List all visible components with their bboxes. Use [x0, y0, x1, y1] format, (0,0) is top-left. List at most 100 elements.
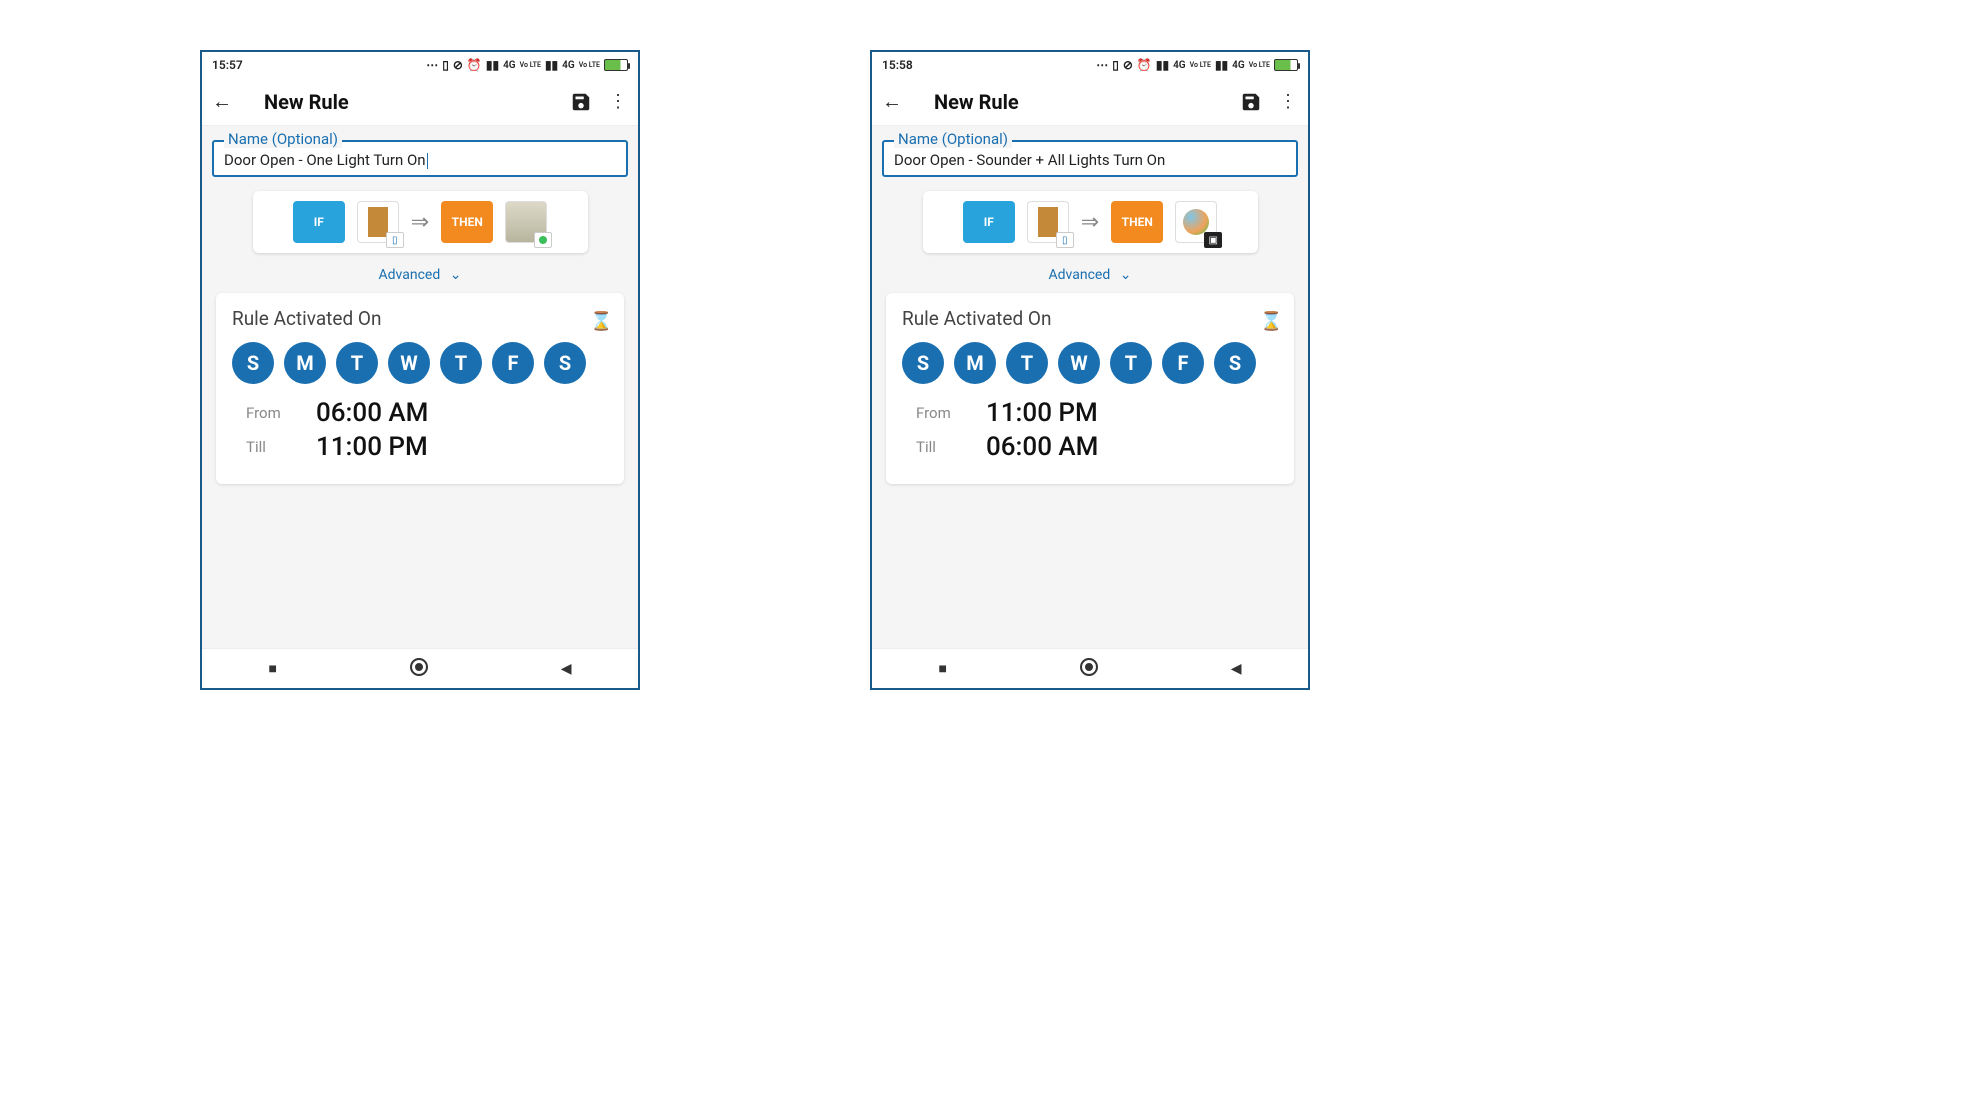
till-value: 06:00 AM [986, 432, 1098, 462]
day-sun[interactable]: S [902, 342, 944, 384]
door-badge-icon: ▯ [1056, 232, 1074, 248]
chevron-down-icon: ⌄ [450, 267, 462, 283]
day-thu[interactable]: T [440, 342, 482, 384]
advanced-toggle[interactable]: Advanced ⌄ [212, 267, 628, 283]
day-sat[interactable]: S [544, 342, 586, 384]
back-button[interactable]: ← [212, 89, 236, 114]
status-dot-on [534, 232, 552, 248]
more-icon: ⋯ [426, 58, 438, 72]
dnd-icon: ⊘ [453, 58, 463, 72]
if-then-card: IF ▯ ⇒ THEN [253, 191, 588, 253]
rule-name-value: Door Open - One Light Turn On [224, 151, 426, 169]
phone-screen-2: 15:58 ⋯ ▯ ⊘ ⏰ ▮▮ 4G Vo LTE ▮▮ 4G Vo LTE … [870, 50, 1310, 690]
status-bar: 15:57 ⋯ ▯ ⊘ ⏰ ▮▮ 4G Vo LTE ▮▮ 4G Vo LTE [202, 52, 638, 78]
volte-label-1: Vo LTE [520, 62, 541, 69]
if-then-card: IF ▯ ⇒ THEN ▣ [923, 191, 1258, 253]
then-block[interactable]: THEN [1111, 201, 1163, 243]
days-row: S M T W T F S [902, 342, 1278, 384]
day-thu[interactable]: T [1110, 342, 1152, 384]
from-value: 11:00 PM [986, 398, 1098, 428]
battery-icon [1274, 59, 1298, 71]
status-time: 15:57 [212, 58, 243, 72]
page-title: New Rule [934, 90, 1019, 114]
if-block[interactable]: IF [293, 201, 345, 243]
days-row: S M T W T F S [232, 342, 608, 384]
rule-name-legend: Name (Optional) [894, 130, 1012, 148]
from-time-row[interactable]: From 06:00 AM [246, 398, 608, 428]
network-label-1: 4G [503, 60, 516, 71]
day-fri[interactable]: F [1162, 342, 1204, 384]
app-bar: ← New Rule ⋮ [202, 78, 638, 126]
day-tue[interactable]: T [1006, 342, 1048, 384]
till-time-row[interactable]: Till 06:00 AM [916, 432, 1278, 462]
day-fri[interactable]: F [492, 342, 534, 384]
from-value: 06:00 AM [316, 398, 428, 428]
then-device-scene[interactable]: ▣ [1175, 201, 1217, 243]
advanced-label: Advanced [379, 267, 441, 283]
overflow-menu-button[interactable]: ⋮ [608, 91, 628, 112]
from-time-row[interactable]: From 11:00 PM [916, 398, 1278, 428]
day-wed[interactable]: W [1058, 342, 1100, 384]
rule-name-legend: Name (Optional) [224, 130, 342, 148]
day-mon[interactable]: M [284, 342, 326, 384]
activation-title: Rule Activated On [232, 307, 381, 330]
rule-name-input[interactable]: Name (Optional) Door Open - Sounder + Al… [882, 140, 1298, 177]
status-bar: 15:58 ⋯ ▯ ⊘ ⏰ ▮▮ 4G Vo LTE ▮▮ 4G Vo LTE [872, 52, 1308, 78]
content-area: Name (Optional) Door Open - Sounder + Al… [872, 126, 1308, 648]
activation-card: Rule Activated On S M T W T F S From 11:… [886, 293, 1294, 484]
hourglass-icon [590, 309, 608, 329]
door-badge-icon: ▯ [386, 232, 404, 248]
day-wed[interactable]: W [388, 342, 430, 384]
chevron-down-icon: ⌄ [1120, 267, 1132, 283]
activation-title: Rule Activated On [902, 307, 1051, 330]
phone-screen-1: 15:57 ⋯ ▯ ⊘ ⏰ ▮▮ 4G Vo LTE ▮▮ 4G Vo LTE … [200, 50, 640, 690]
nav-recent-button[interactable]: ■ [268, 660, 276, 677]
network-label-2: 4G [1232, 60, 1245, 71]
hourglass-icon [1260, 309, 1278, 329]
sim-icon: ▯ [1112, 58, 1119, 72]
day-tue[interactable]: T [336, 342, 378, 384]
rule-name-input[interactable]: Name (Optional) Door Open - One Light Tu… [212, 140, 628, 177]
nav-home-button[interactable] [410, 658, 428, 680]
if-device-door[interactable]: ▯ [357, 201, 399, 243]
volte-label-2: Vo LTE [1249, 62, 1270, 69]
nav-back-button[interactable]: ◀ [1231, 661, 1242, 677]
alarm-icon: ⏰ [467, 58, 482, 72]
back-button[interactable]: ← [882, 89, 906, 114]
battery-icon [604, 59, 628, 71]
advanced-toggle[interactable]: Advanced ⌄ [882, 267, 1298, 283]
from-label: From [246, 404, 316, 422]
till-value: 11:00 PM [316, 432, 428, 462]
day-sat[interactable]: S [1214, 342, 1256, 384]
status-time: 15:58 [882, 58, 913, 72]
if-device-door[interactable]: ▯ [1027, 201, 1069, 243]
text-cursor [427, 153, 428, 169]
status-right: ⋯ ▯ ⊘ ⏰ ▮▮ 4G Vo LTE ▮▮ 4G Vo LTE [426, 58, 628, 72]
day-mon[interactable]: M [954, 342, 996, 384]
nav-home-button[interactable] [1080, 658, 1098, 680]
app-bar: ← New Rule ⋮ [872, 78, 1308, 126]
if-block[interactable]: IF [963, 201, 1015, 243]
save-button[interactable] [570, 91, 592, 113]
then-block[interactable]: THEN [441, 201, 493, 243]
sim-icon: ▯ [442, 58, 449, 72]
then-label: THEN [452, 215, 483, 229]
then-label: THEN [1122, 215, 1153, 229]
then-device-light[interactable] [505, 201, 547, 243]
signal-icon-2: ▮▮ [1215, 58, 1228, 72]
signal-icon: ▮▮ [1156, 58, 1169, 72]
signal-icon: ▮▮ [486, 58, 499, 72]
till-label: Till [916, 438, 986, 456]
content-area: Name (Optional) Door Open - One Light Tu… [202, 126, 638, 648]
save-button[interactable] [1240, 91, 1262, 113]
network-label-2: 4G [562, 60, 575, 71]
if-label: IF [984, 215, 994, 229]
overflow-menu-button[interactable]: ⋮ [1278, 91, 1298, 112]
volte-label-1: Vo LTE [1190, 62, 1211, 69]
signal-icon-2: ▮▮ [545, 58, 558, 72]
nav-recent-button[interactable]: ■ [938, 660, 946, 677]
day-sun[interactable]: S [232, 342, 274, 384]
nav-back-button[interactable]: ◀ [561, 661, 572, 677]
till-time-row[interactable]: Till 11:00 PM [246, 432, 608, 462]
till-label: Till [246, 438, 316, 456]
